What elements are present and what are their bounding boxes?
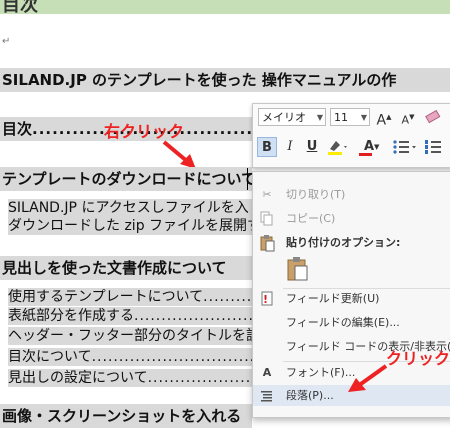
doc-list-item-dots: ........................ [203, 289, 252, 305]
bullet-list-icon [393, 140, 416, 154]
doc-list-item[interactable]: 使用するテンプレートについて........................ [8, 288, 252, 306]
shrink-font-button[interactable]: A▼ [399, 107, 417, 127]
highlight-button[interactable] [325, 137, 349, 157]
download-body-line-1: SILAND.JP にアクセスしファイルを入 [8, 199, 252, 217]
download-heading[interactable]: テンプレートのダウンロードについて [0, 167, 252, 191]
font-name-select[interactable]: メイリオ ▼ [258, 108, 326, 126]
top-heading-strip: 目次 [0, 0, 450, 16]
numbered-list-icon [425, 140, 441, 154]
underline-icon: U [306, 139, 318, 154]
svg-text:!: ! [263, 293, 268, 306]
chevron-down-icon: ▼ [374, 143, 380, 151]
clear-format-button[interactable] [423, 107, 443, 127]
bullets-button[interactable] [391, 137, 419, 157]
font-color-button[interactable]: A ▼ [357, 137, 381, 157]
doc-list-item-text: 見出しの設定について [8, 370, 148, 386]
menu-item-label: 貼り付けのオプション: [286, 236, 401, 249]
font-size-value: 11 [334, 111, 348, 124]
doc-list-item-text: ヘッダー・フッター部分のタイトルを設 [8, 328, 252, 344]
menu-item-label: コピー(C) [286, 212, 336, 225]
highlighter-icon [328, 141, 347, 155]
italic-button[interactable]: I [281, 137, 299, 157]
mini-toolbar: メイリオ ▼ 11 ▼ A▲ A▼ B I U A ▼ [252, 103, 450, 168]
numbering-button[interactable] [423, 137, 449, 157]
doc-list-item[interactable]: 目次について..................................… [8, 348, 252, 366]
docs-heading-text: 見出しを使った文書作成について [2, 259, 227, 277]
download-body-line-2: ダウンロードした zip ファイルを展開す [8, 217, 252, 235]
scissors-icon: ✂ [262, 188, 272, 201]
menu-item-label: フィールドの編集(E)... [286, 316, 400, 329]
download-heading-text: テンプレートのダウンロードについて [2, 170, 252, 188]
click-annotation: クリック [386, 349, 450, 368]
doc-list-item[interactable]: 表紙部分を作成する...............................… [8, 307, 252, 325]
menu-item-label: フィールド更新(U) [286, 292, 380, 305]
paste-keep-text-button[interactable] [286, 256, 310, 282]
doc-list-item-dots: ........................................ [134, 308, 252, 324]
copy-icon [259, 208, 275, 229]
font-name-value: メイリオ [262, 111, 306, 124]
menu-item-paste-options: 貼り付けのオプション: [253, 232, 450, 253]
update-field-icon: ! [259, 288, 275, 309]
main-heading[interactable]: SILAND.JP のテンプレートを使った 操作マニュアルの作 [0, 68, 450, 92]
paste-icon [259, 232, 275, 253]
doc-list-item[interactable]: ヘッダー・フッター部分のタイトルを設 [8, 327, 252, 345]
paragraph-icon [259, 385, 275, 406]
images-heading[interactable]: 画像・スクリーンショットを入れる [0, 404, 252, 428]
shrink-font-icon: A [401, 113, 410, 127]
grow-font-button[interactable]: A▲ [375, 107, 393, 129]
menu-item-label: 切り取り(T) [286, 188, 346, 201]
font-size-select[interactable]: 11 ▼ [330, 108, 370, 126]
menu-item-copy[interactable]: コピー(C) [253, 208, 450, 229]
italic-icon: I [287, 139, 293, 154]
bold-icon: B [262, 140, 272, 155]
images-heading-text: 画像・スクリーンショットを入れる [2, 407, 242, 425]
doc-list-item-dots: ........................................… [91, 349, 252, 365]
top-heading: 目次 [2, 0, 38, 16]
grow-font-icon: A [376, 112, 387, 129]
doc-list-item[interactable]: 見出しの設定について..............................… [8, 369, 252, 387]
underline-button[interactable]: U [303, 137, 321, 157]
font-color-swatch [359, 153, 372, 156]
menu-item-edit-field[interactable]: フィールドの編集(E)... [253, 312, 450, 333]
docs-heading[interactable]: 見出しを使った文書作成について [0, 256, 252, 280]
doc-list-item-dots: .................................... [147, 370, 252, 386]
main-heading-text: SILAND.JP のテンプレートを使った 操作マニュアルの作 [2, 71, 397, 89]
chevron-down-icon: ▼ [316, 113, 323, 122]
paragraph-mark: ↵ [2, 36, 11, 47]
chevron-down-icon: ▼ [360, 113, 367, 122]
doc-list-item-text: 使用するテンプレートについて [8, 289, 204, 305]
doc-list-item-text: 目次について [8, 349, 92, 365]
clipboard-icon [287, 257, 308, 281]
font-color-icon: A [363, 139, 375, 154]
text-cursor [247, 168, 248, 190]
menu-item-label: 段落(P)... [286, 389, 334, 402]
menu-item-update-field[interactable]: ! フィールド更新(U) [253, 288, 450, 309]
doc-list-item-text: 表紙部分を作成する [8, 308, 134, 324]
font-icon: A [262, 366, 272, 379]
toc-line-label: 目次 [2, 120, 33, 138]
eraser-icon [425, 109, 441, 124]
click-arrow [348, 364, 388, 392]
menu-item-cut[interactable]: ✂ 切り取り(T) [253, 184, 450, 205]
bold-button[interactable]: B [257, 137, 277, 157]
